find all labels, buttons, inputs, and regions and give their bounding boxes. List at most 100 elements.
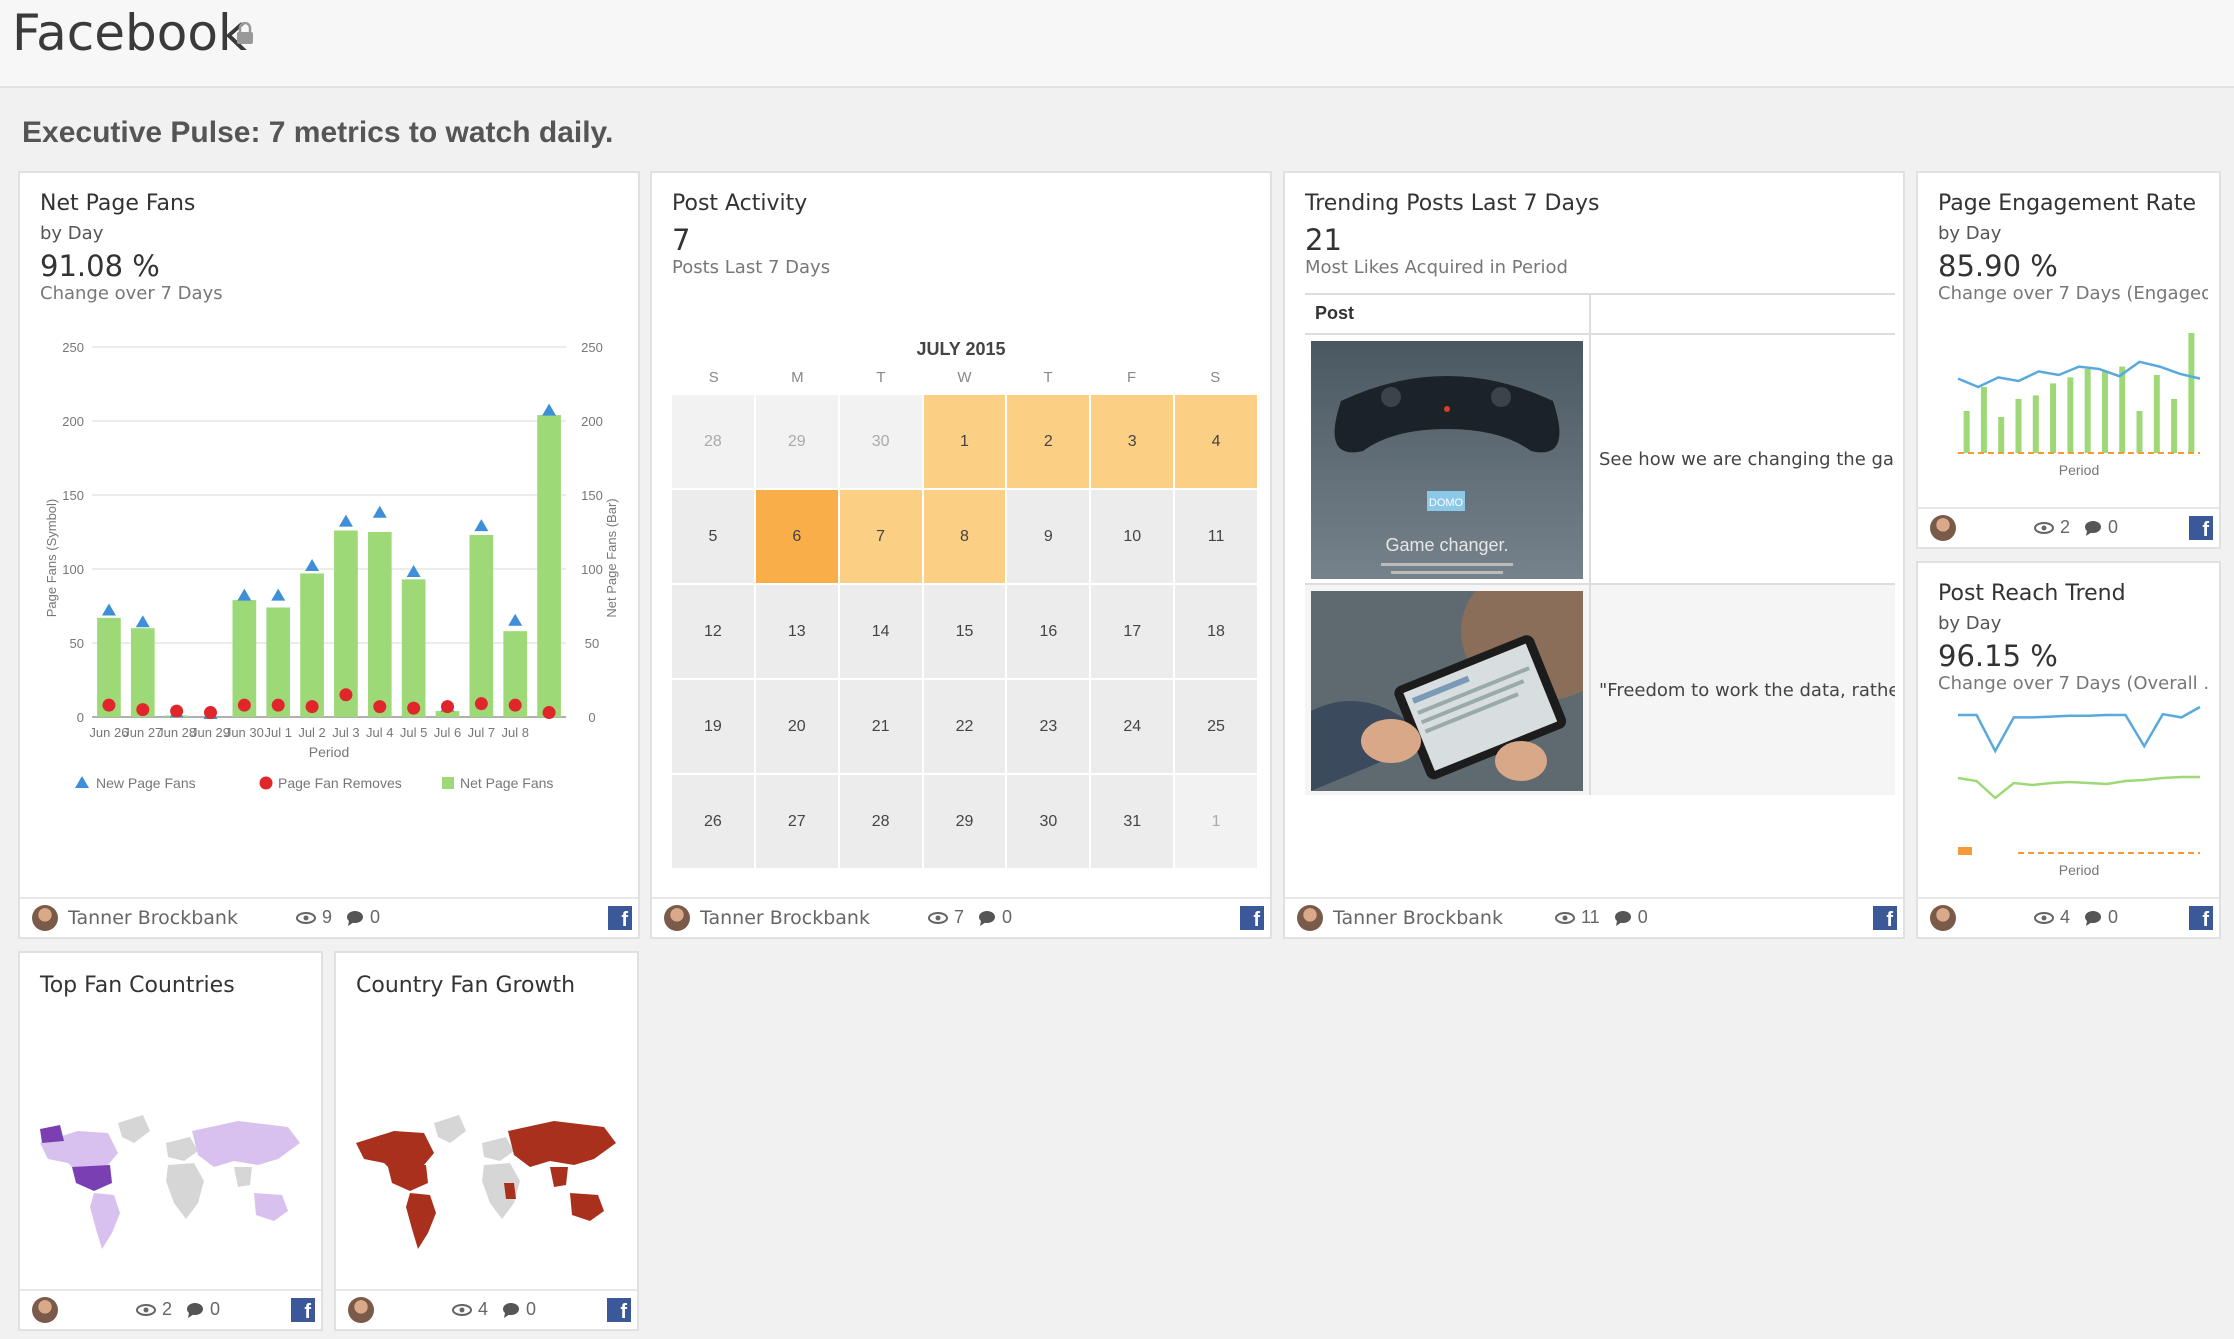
eye-icon (928, 911, 948, 924)
calendar-day[interactable]: 10 (1091, 490, 1174, 583)
card-value: 96.15 % (1938, 639, 2058, 673)
bar (1998, 417, 2005, 453)
bar (2188, 333, 2195, 453)
calendar-day[interactable]: 28 (672, 395, 754, 488)
author-name[interactable]: Tanner Brockbank (1333, 907, 1503, 929)
card-title: Country Fan Growth (356, 973, 576, 998)
image-logo-text: DOMO (1429, 497, 1464, 509)
calendar-day[interactable]: 3 (1091, 395, 1174, 488)
calendar-day[interactable]: 28 (839, 775, 922, 868)
marker-new-page-fans (305, 559, 320, 572)
post-reach-chart: Period (1957, 705, 2201, 878)
bar (2136, 411, 2143, 453)
marker-page-fan-removes (271, 698, 285, 712)
calendar-day[interactable]: 30 (1007, 775, 1090, 868)
avatar[interactable] (1930, 905, 1956, 931)
calendar-day[interactable]: 7 (839, 490, 922, 583)
legend-label: New Page Fans (96, 775, 196, 791)
calendar-day[interactable]: 22 (923, 680, 1006, 773)
card-footer: Tanner Brockbank 9 0 f (20, 897, 638, 937)
card-country-fan-growth[interactable]: Country Fan Growth 4 0 f (334, 951, 639, 1331)
bar (2101, 371, 2108, 453)
avatar[interactable] (348, 1297, 374, 1323)
calendar-day[interactable]: 26 (672, 775, 754, 868)
facebook-icon: f (607, 1298, 631, 1322)
calendar-day[interactable]: 31 (1091, 775, 1174, 868)
card-stats: 7 0 (928, 907, 1012, 928)
calendar-month: JULY 2015 (916, 339, 1006, 359)
tablet-user-image[interactable] (1311, 591, 1583, 791)
avatar[interactable] (1930, 515, 1956, 541)
comment-icon[interactable] (346, 910, 364, 926)
comment-icon[interactable] (186, 1302, 204, 1318)
table-row[interactable]: "Freedom to work the data, rather (1305, 585, 1895, 795)
card-post-activity[interactable]: Post Activity 7 Posts Last 7 Days JULY 2… (650, 171, 1272, 939)
comment-count: 0 (210, 1299, 221, 1319)
table-row[interactable]: DOMO Game changer. See how we are changi… (1305, 335, 1895, 585)
calendar-day[interactable]: 4 (1175, 395, 1257, 488)
card-page-engagement-rate[interactable]: Page Engagement Rate by Day 85.90 % Chan… (1916, 171, 2221, 549)
post-text[interactable]: "Freedom to work the data, rather (1599, 585, 1895, 795)
game-controller-image[interactable]: DOMO Game changer. (1311, 341, 1583, 579)
comment-icon[interactable] (978, 910, 996, 926)
author-name[interactable]: Tanner Brockbank (700, 907, 870, 929)
calendar-day[interactable]: 21 (839, 680, 922, 773)
bar (2067, 377, 2074, 453)
avatar[interactable] (1297, 905, 1323, 931)
x-tick-label: Jul 7 (468, 725, 495, 740)
calendar-day[interactable]: 5 (672, 490, 754, 583)
bar (2084, 369, 2091, 453)
calendar-day[interactable]: 18 (1175, 585, 1257, 678)
calendar-day[interactable]: 13 (755, 585, 838, 678)
card-caption: Posts Last 7 Days (672, 257, 831, 278)
comment-icon[interactable] (2084, 910, 2102, 926)
bar (2032, 395, 2039, 453)
card-post-reach-trend[interactable]: Post Reach Trend by Day 96.15 % Change o… (1916, 561, 2221, 939)
calendar-day[interactable]: 1 (923, 395, 1006, 488)
calendar-day[interactable]: 19 (672, 680, 754, 773)
calendar-day[interactable]: 8 (923, 490, 1006, 583)
calendar-day[interactable]: 24 (1091, 680, 1174, 773)
eye-icon (1555, 911, 1575, 924)
calendar-day[interactable]: 29 (755, 395, 838, 488)
comment-icon[interactable] (1614, 910, 1632, 926)
author-name[interactable]: Tanner Brockbank (68, 907, 238, 929)
view-count: 2 (2060, 517, 2071, 537)
comment-count: 0 (1637, 907, 1648, 927)
calendar-day[interactable]: 11 (1175, 490, 1257, 583)
marker-page-fan-removes (204, 706, 217, 720)
card-trending-posts[interactable]: Trending Posts Last 7 Days 21 Most Likes… (1283, 171, 1905, 939)
bar (2050, 383, 2057, 453)
calendar-day[interactable]: 20 (755, 680, 838, 773)
card-value: 85.90 % (1938, 249, 2058, 283)
y-tick-label: 250 (62, 340, 84, 355)
calendar-day[interactable]: 27 (755, 775, 838, 868)
calendar-day[interactable]: 17 (1091, 585, 1174, 678)
marker-page-fan-removes (542, 706, 556, 720)
calendar-day[interactable]: 2 (1007, 395, 1090, 488)
calendar-day[interactable]: 14 (839, 585, 922, 678)
calendar-day[interactable]: 30 (839, 395, 922, 488)
comment-icon[interactable] (502, 1302, 520, 1318)
calendar-day[interactable]: 29 (923, 775, 1006, 868)
trending-posts-table: Post DOMO Game changer. See how we are c… (1305, 293, 1895, 795)
calendar-day[interactable]: 23 (1007, 680, 1090, 773)
x-tick-label: Jul 6 (434, 725, 461, 740)
y-tick-label-right: 0 (588, 710, 595, 725)
avatar[interactable] (664, 905, 690, 931)
calendar-day[interactable]: 1 (1175, 775, 1257, 868)
calendar-day[interactable]: 9 (1007, 490, 1090, 583)
card-top-fan-countries[interactable]: Top Fan Countries 2 0 f (18, 951, 323, 1331)
calendar-day[interactable]: 16 (1007, 585, 1090, 678)
calendar-day[interactable]: 15 (923, 585, 1006, 678)
card-title: Post Reach Trend (1938, 581, 2126, 606)
calendar-day[interactable]: 25 (1175, 680, 1257, 773)
card-net-page-fans[interactable]: Net Page Fans by Day 91.08 % Change over… (18, 171, 640, 939)
avatar[interactable] (32, 1297, 58, 1323)
avatar[interactable] (32, 905, 58, 931)
post-text[interactable]: See how we are changing the gam (1599, 335, 1895, 583)
calendar-day[interactable]: 6 (755, 490, 838, 583)
calendar: SMTWTFS 28 29 30 1 2 3 4 5 6 7 8 9 10 11 12 13 14 15 16 17 1… (672, 369, 1257, 868)
comment-icon[interactable] (2084, 520, 2102, 536)
calendar-day[interactable]: 12 (672, 585, 754, 678)
